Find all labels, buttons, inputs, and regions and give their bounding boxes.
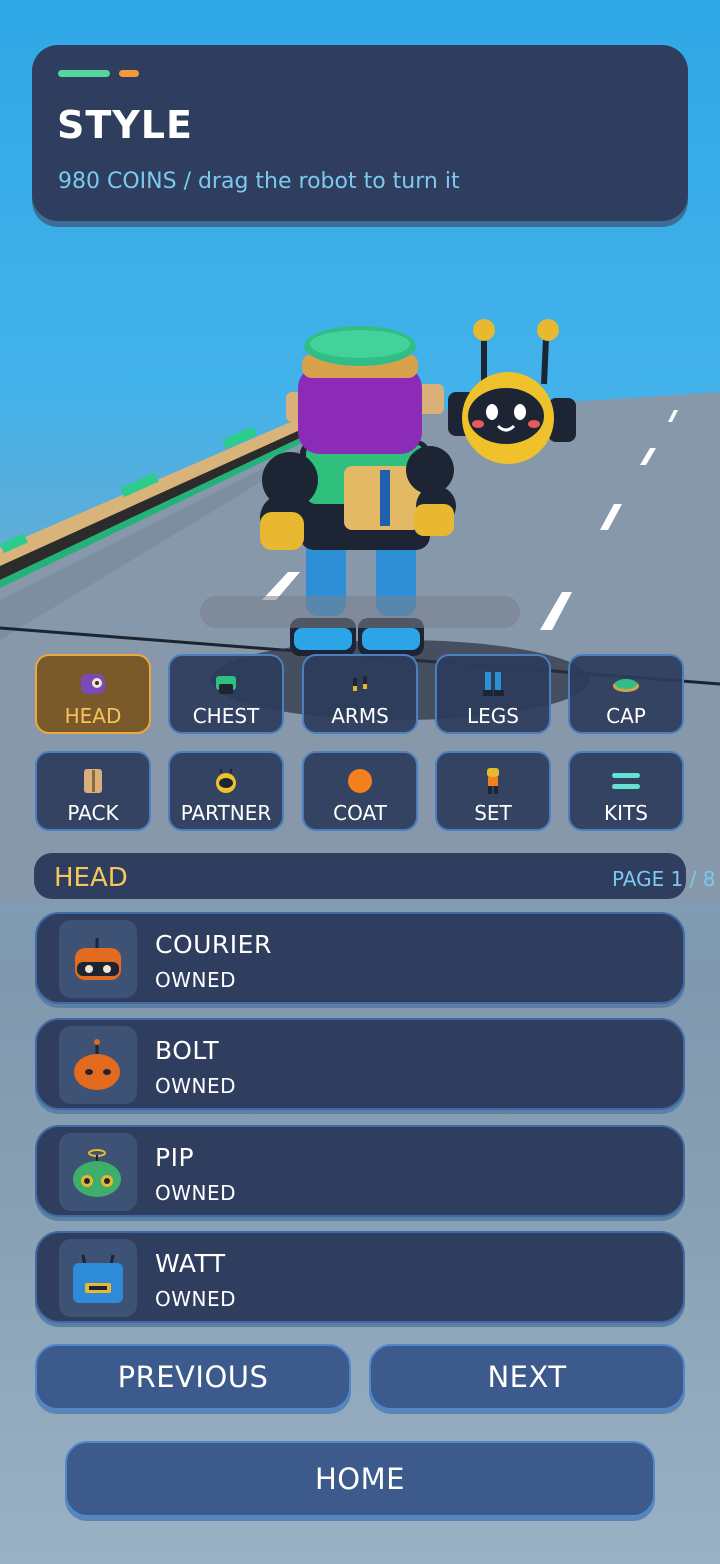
item-name: COURIER — [155, 930, 272, 959]
rotate-drag-handle[interactable] — [200, 596, 520, 628]
list-item-pip[interactable]: PIP OWNED — [35, 1125, 685, 1217]
accent-bar-orange — [119, 70, 139, 77]
list-item-watt[interactable]: WATT OWNED — [35, 1231, 685, 1323]
tab-set-label: SET — [474, 801, 512, 825]
partner-icon — [216, 769, 236, 793]
tab-legs[interactable]: LEGS — [435, 654, 551, 734]
previous-button[interactable]: PREVIOUS — [35, 1344, 351, 1410]
courier-head-icon — [59, 920, 137, 998]
pack-icon — [84, 769, 102, 793]
tab-legs-label: LEGS — [467, 704, 519, 728]
item-name: PIP — [155, 1143, 195, 1172]
accent-bar-green — [58, 70, 110, 77]
tab-coat-label: COAT — [333, 801, 387, 825]
tab-head-label: HEAD — [64, 704, 122, 728]
tab-head[interactable]: HEAD — [35, 654, 151, 734]
page-indicator: PAGE 1 / 8 — [612, 867, 716, 891]
tab-pack[interactable]: PACK — [35, 751, 151, 831]
head-icon — [81, 674, 105, 694]
tab-chest[interactable]: CHEST — [168, 654, 284, 734]
legs-icon — [483, 672, 504, 696]
tab-arms-label: ARMS — [331, 704, 389, 728]
item-name: BOLT — [155, 1036, 220, 1065]
tab-pack-label: PACK — [67, 801, 119, 825]
tab-cap[interactable]: CAP — [568, 654, 684, 734]
coat-icon — [348, 769, 372, 793]
header-panel: STYLE 980 COINS / drag the robot to turn… — [32, 45, 688, 221]
next-button[interactable]: NEXT — [369, 1344, 685, 1410]
tab-set[interactable]: SET — [435, 751, 551, 831]
set-icon — [487, 768, 499, 794]
tab-kits-label: KITS — [604, 801, 648, 825]
list-section-title: HEAD — [54, 863, 128, 893]
tab-cap-label: CAP — [606, 704, 646, 728]
tab-arms[interactable]: ARMS — [302, 654, 418, 734]
arms-icon — [353, 676, 367, 691]
item-name: WATT — [155, 1249, 226, 1278]
cap-icon — [613, 679, 639, 692]
list-item-courier[interactable]: COURIER OWNED — [35, 912, 685, 1004]
tab-partner-label: PARTNER — [180, 801, 272, 825]
watt-head-icon — [59, 1239, 137, 1317]
tab-kits[interactable]: KITS — [568, 751, 684, 831]
list-header: HEAD PAGE 1 / 8 — [34, 853, 716, 899]
tab-chest-label: CHEST — [192, 704, 260, 728]
chest-icon — [216, 676, 236, 694]
home-button[interactable]: HOME — [65, 1441, 655, 1517]
tab-partner[interactable]: PARTNER — [168, 751, 284, 831]
item-status: OWNED — [155, 1287, 237, 1311]
item-status: OWNED — [155, 1074, 237, 1098]
list-item-bolt[interactable]: BOLT OWNED — [35, 1018, 685, 1110]
tab-coat[interactable]: COAT — [302, 751, 418, 831]
item-status: OWNED — [155, 968, 237, 992]
coins-hint: 980 COINS / drag the robot to turn it — [58, 169, 460, 194]
item-status: OWNED — [155, 1181, 237, 1205]
bolt-head-icon — [59, 1026, 137, 1104]
page-title: STYLE — [57, 103, 193, 147]
kits-icon — [612, 773, 640, 789]
pip-head-icon — [59, 1133, 137, 1211]
